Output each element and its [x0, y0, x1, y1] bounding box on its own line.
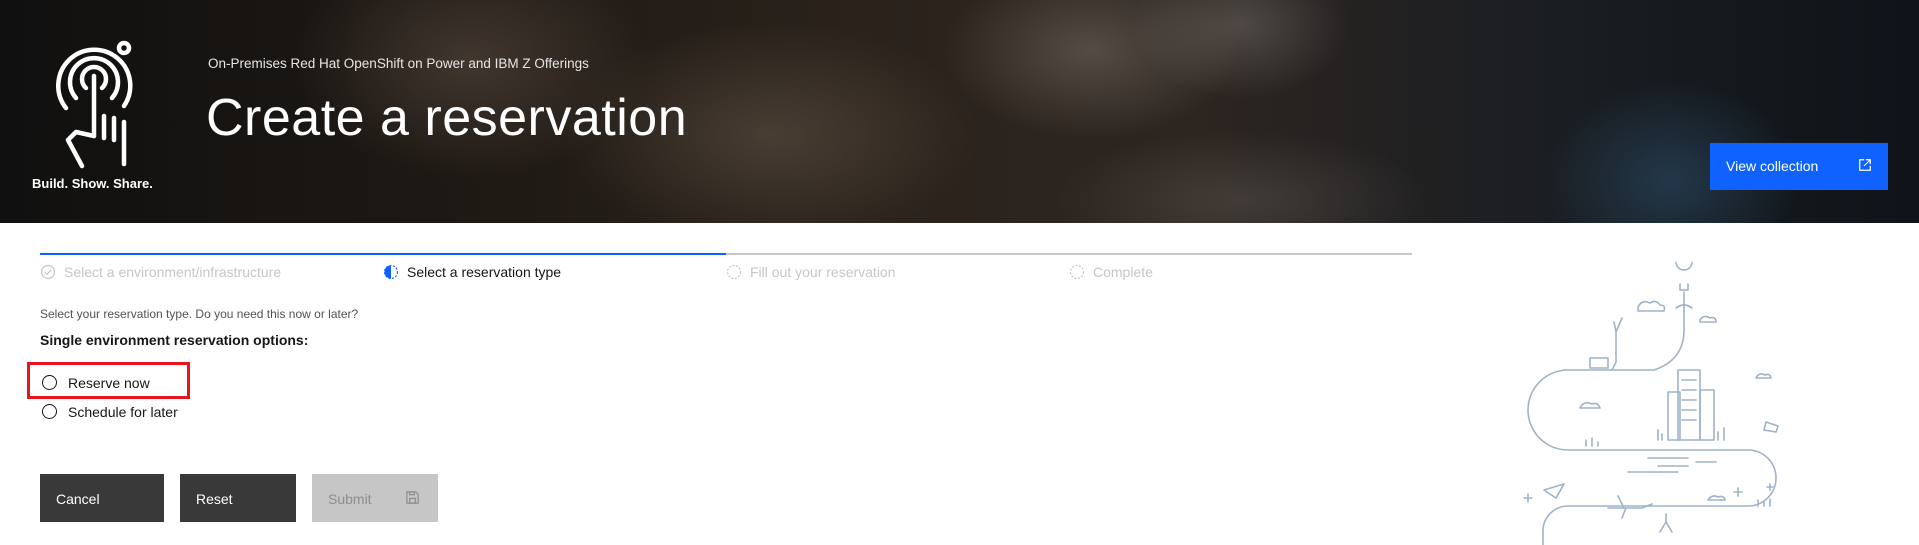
progress-step-environment[interactable]: Select a environment/infrastructure	[40, 253, 383, 283]
step-label: Select a environment/infrastructure	[64, 264, 282, 280]
view-collection-button[interactable]: View collection	[1710, 143, 1888, 190]
reset-label: Reset	[196, 491, 233, 507]
reset-button[interactable]: Reset	[180, 474, 296, 522]
view-collection-label: View collection	[1726, 158, 1819, 174]
options-heading: Single environment reservation options:	[40, 332, 309, 348]
step-bar	[1069, 253, 1412, 255]
radio-label[interactable]: Reserve now	[68, 375, 150, 391]
touch-pointer-icon	[56, 40, 133, 169]
radio-label[interactable]: Schedule for later	[68, 404, 178, 420]
progress-step-fill-out[interactable]: Fill out your reservation	[726, 253, 1069, 283]
step-bar	[726, 253, 1069, 255]
page-title: Create a reservation	[206, 89, 688, 147]
form-prompt: Select your reservation type. Do you nee…	[40, 307, 359, 321]
header-banner: Build. Show. Share. On-Premises Red Hat …	[0, 0, 1919, 223]
page-eyebrow: On-Premises Red Hat OpenShift on Power a…	[208, 56, 589, 71]
step-bar	[40, 253, 383, 255]
half-circle-current-icon	[383, 264, 399, 280]
progress-step-complete[interactable]: Complete	[1069, 253, 1412, 283]
submit-label: Submit	[328, 491, 372, 507]
external-link-icon	[1859, 159, 1871, 171]
city-journey-illustration	[1523, 262, 1779, 545]
brand-logo: Build. Show. Share.	[30, 36, 160, 196]
submit-button[interactable]: Submit	[312, 474, 438, 522]
cancel-button[interactable]: Cancel	[40, 474, 164, 522]
radio-button[interactable]	[42, 404, 57, 419]
radio-button[interactable]	[42, 375, 57, 390]
progress-indicator: Select a environment/infrastructure Sele…	[40, 253, 1413, 283]
step-label: Complete	[1093, 264, 1153, 280]
save-icon	[406, 491, 419, 504]
incomplete-circle-icon	[726, 264, 742, 280]
cancel-label: Cancel	[56, 491, 100, 507]
checkmark-outline-icon	[40, 264, 56, 280]
step-label: Fill out your reservation	[750, 264, 896, 280]
background-photo-shape	[1050, 130, 1430, 223]
step-bar	[383, 253, 726, 255]
logo-tagline: Build. Show. Share.	[32, 176, 153, 191]
progress-step-reservation-type[interactable]: Select a reservation type	[383, 253, 726, 283]
step-label: Select a reservation type	[407, 264, 562, 280]
incomplete-circle-icon	[1069, 264, 1085, 280]
